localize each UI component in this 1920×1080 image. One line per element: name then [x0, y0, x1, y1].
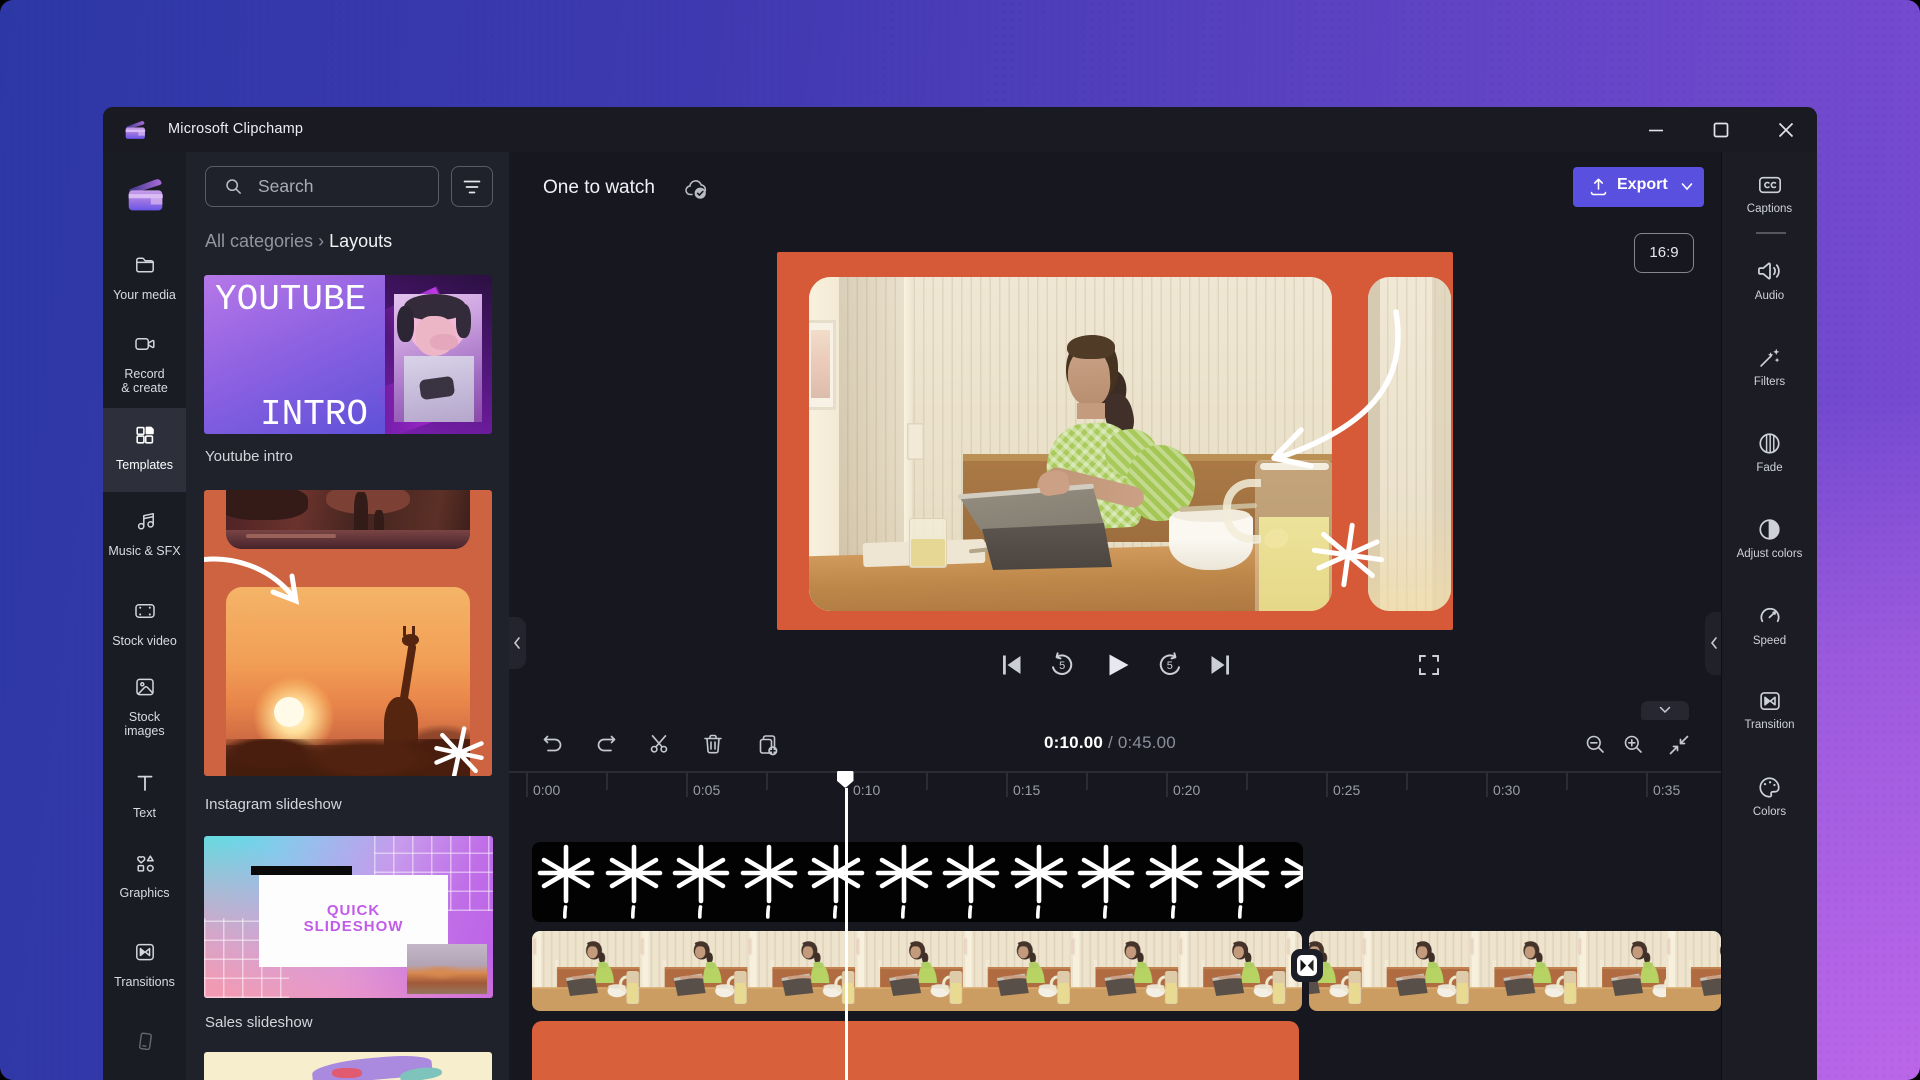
- svg-text:5: 5: [1167, 660, 1173, 672]
- svg-text:5: 5: [1059, 660, 1065, 672]
